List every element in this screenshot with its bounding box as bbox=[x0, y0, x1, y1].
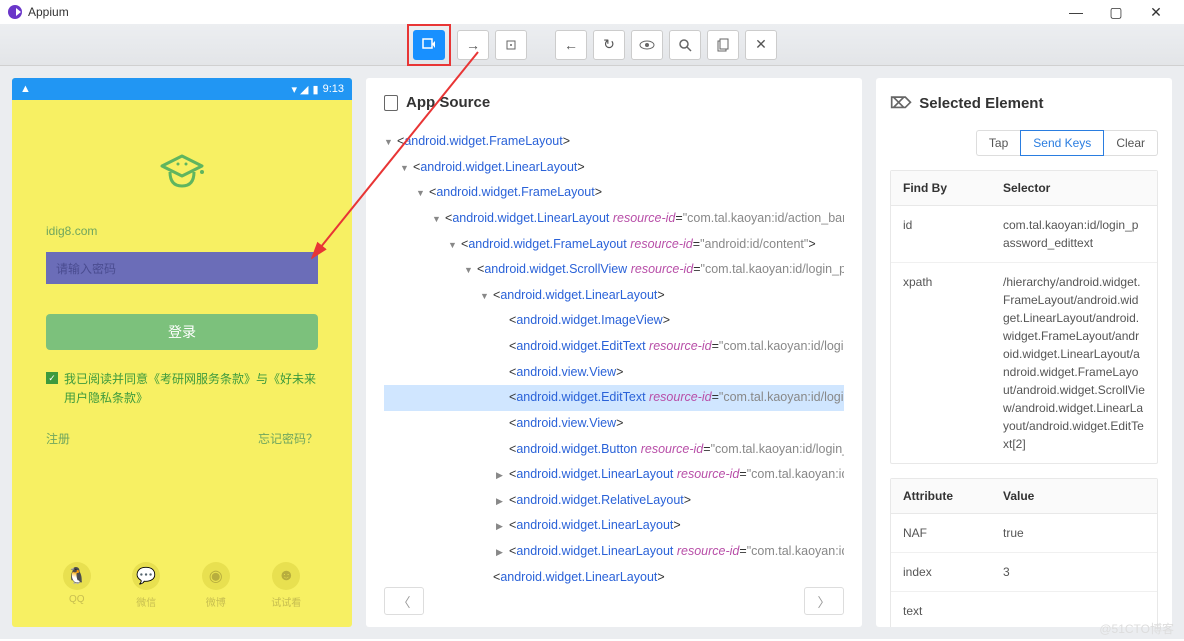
toolbar: → ← ↻ ✕ bbox=[0, 24, 1184, 66]
table-row: idcom.tal.kaoyan:id/login_password_editt… bbox=[891, 206, 1157, 263]
agreement-text: 我已阅读并同意《考研网服务条款》与《好未来用户隐私条款》 bbox=[64, 370, 318, 408]
warning-icon: ▲ bbox=[20, 83, 31, 95]
screenshot-mode-button[interactable] bbox=[413, 30, 445, 60]
findby-table: Find By Selector idcom.tal.kaoyan:id/log… bbox=[890, 170, 1158, 464]
tree-node[interactable]: ▶<android.widget.LinearLayout resource-i… bbox=[384, 462, 844, 488]
watermark: @51CTO博客 bbox=[1099, 620, 1174, 637]
agreement-row: ✓ 我已阅读并同意《考研网服务条款》与《好未来用户隐私条款》 bbox=[46, 370, 318, 408]
tree-node[interactable]: ▼<android.widget.FrameLayout> bbox=[384, 180, 844, 206]
tree-node[interactable]: ▶<android.widget.RelativeLayout> bbox=[384, 488, 844, 514]
social-wechat[interactable]: 💬微信 bbox=[132, 562, 160, 609]
findby-header-col2: Selector bbox=[991, 171, 1157, 205]
tree-node[interactable]: <android.view.View> bbox=[384, 360, 844, 386]
prev-button[interactable]: 〈 bbox=[384, 587, 424, 615]
username-field[interactable]: idig8.com bbox=[46, 224, 318, 238]
tree-node[interactable]: <android.widget.Button resource-id="com.… bbox=[384, 437, 844, 463]
window-titlebar: Appium — ▢ ✕ bbox=[0, 0, 1184, 24]
copy-button[interactable] bbox=[707, 30, 739, 60]
tree-node[interactable]: ▼<android.widget.ScrollView resource-id=… bbox=[384, 257, 844, 283]
login-button[interactable]: 登录 bbox=[46, 314, 318, 350]
app-source-panel: App Source ▼<android.widget.FrameLayout>… bbox=[366, 78, 862, 627]
qq-icon: 🐧 bbox=[63, 562, 91, 590]
selected-element-title: Selected Element bbox=[919, 95, 1043, 112]
send-keys-button[interactable]: Send Keys bbox=[1020, 130, 1104, 156]
findby-header-col1: Find By bbox=[891, 171, 991, 205]
tree-node[interactable]: ▶<android.widget.LinearLayout> bbox=[384, 513, 844, 539]
tree-node[interactable]: <android.widget.EditText resource-id="co… bbox=[384, 385, 844, 411]
table-row: xpath/hierarchy/android.widget.FrameLayo… bbox=[891, 263, 1157, 463]
status-time: 9:13 bbox=[323, 83, 344, 95]
appium-icon bbox=[8, 5, 22, 19]
social-qq[interactable]: 🐧QQ bbox=[63, 562, 91, 609]
source-tree[interactable]: ▼<android.widget.FrameLayout>▼<android.w… bbox=[384, 129, 844, 590]
forgot-password-link[interactable]: 忘记密码？ bbox=[258, 430, 318, 447]
app-logo bbox=[152, 144, 212, 194]
ghost-icon: ☻ bbox=[272, 562, 300, 590]
social-login-row: 🐧QQ 💬微信 ◉微博 ☻试试看 bbox=[12, 562, 352, 609]
wifi-icon: ▾ ◢ bbox=[291, 83, 308, 96]
social-try[interactable]: ☻试试看 bbox=[271, 562, 301, 609]
back-button[interactable]: ← bbox=[555, 30, 587, 60]
attr-header-col2: Value bbox=[991, 479, 1157, 513]
document-icon bbox=[384, 95, 398, 111]
tree-node[interactable]: ▼<android.widget.FrameLayout> bbox=[384, 129, 844, 155]
crop-button[interactable] bbox=[495, 30, 527, 60]
search-button[interactable] bbox=[669, 30, 701, 60]
tree-node[interactable]: <android.widget.ImageView> bbox=[384, 308, 844, 334]
next-button[interactable]: 〉 bbox=[804, 587, 844, 615]
weibo-icon: ◉ bbox=[202, 562, 230, 590]
eye-button[interactable] bbox=[631, 30, 663, 60]
wechat-icon: 💬 bbox=[132, 562, 160, 590]
attr-header-col1: Attribute bbox=[891, 479, 991, 513]
close-window-button[interactable]: ✕ bbox=[1136, 0, 1176, 24]
app-source-title: App Source bbox=[406, 94, 490, 111]
annotation-highlight-box bbox=[407, 24, 451, 66]
social-weibo[interactable]: ◉微博 bbox=[202, 562, 230, 609]
tag-icon: ⌦ bbox=[890, 94, 911, 112]
maximize-button[interactable]: ▢ bbox=[1096, 0, 1136, 24]
attributes-table: Attribute Value NAFtrueindex3textclassan… bbox=[890, 478, 1158, 627]
tap-button[interactable]: Tap bbox=[976, 130, 1020, 156]
minimize-button[interactable]: — bbox=[1056, 0, 1096, 24]
device-screenshot-panel[interactable]: ▲ ▾ ◢ ▮ 9:13 idig8.com 请输入密码 登录 ✓ 我已阅读并同… bbox=[12, 78, 352, 627]
battery-icon: ▮ bbox=[313, 83, 319, 96]
tree-node[interactable]: ▼<android.widget.FrameLayout resource-id… bbox=[384, 232, 844, 258]
window-title: Appium bbox=[28, 5, 69, 19]
selected-element-panel: ⌦ Selected Element Tap Send Keys Clear F… bbox=[876, 78, 1172, 627]
password-field[interactable]: 请输入密码 bbox=[46, 252, 318, 284]
device-statusbar: ▲ ▾ ◢ ▮ 9:13 bbox=[12, 78, 352, 100]
swipe-button[interactable]: → bbox=[457, 30, 489, 60]
register-link[interactable]: 注册 bbox=[46, 430, 70, 447]
workspace: ▲ ▾ ◢ ▮ 9:13 idig8.com 请输入密码 登录 ✓ 我已阅读并同… bbox=[0, 66, 1184, 639]
close-session-button[interactable]: ✕ bbox=[745, 30, 777, 60]
element-actions: Tap Send Keys Clear bbox=[890, 130, 1158, 156]
table-row: NAFtrue bbox=[891, 514, 1157, 553]
tree-node[interactable]: ▼<android.widget.LinearLayout resource-i… bbox=[384, 206, 844, 232]
tree-node[interactable]: <android.view.View> bbox=[384, 411, 844, 437]
tree-node[interactable]: ▼<android.widget.LinearLayout> bbox=[384, 155, 844, 181]
table-row: index3 bbox=[891, 553, 1157, 592]
tree-node[interactable]: ▼<android.widget.LinearLayout> bbox=[384, 283, 844, 309]
agree-checkbox[interactable]: ✓ bbox=[46, 372, 58, 384]
tree-node[interactable]: <android.widget.EditText resource-id="co… bbox=[384, 334, 844, 360]
clear-button[interactable]: Clear bbox=[1104, 130, 1158, 156]
tree-node[interactable]: ▶<android.widget.LinearLayout resource-i… bbox=[384, 539, 844, 565]
refresh-button[interactable]: ↻ bbox=[593, 30, 625, 60]
